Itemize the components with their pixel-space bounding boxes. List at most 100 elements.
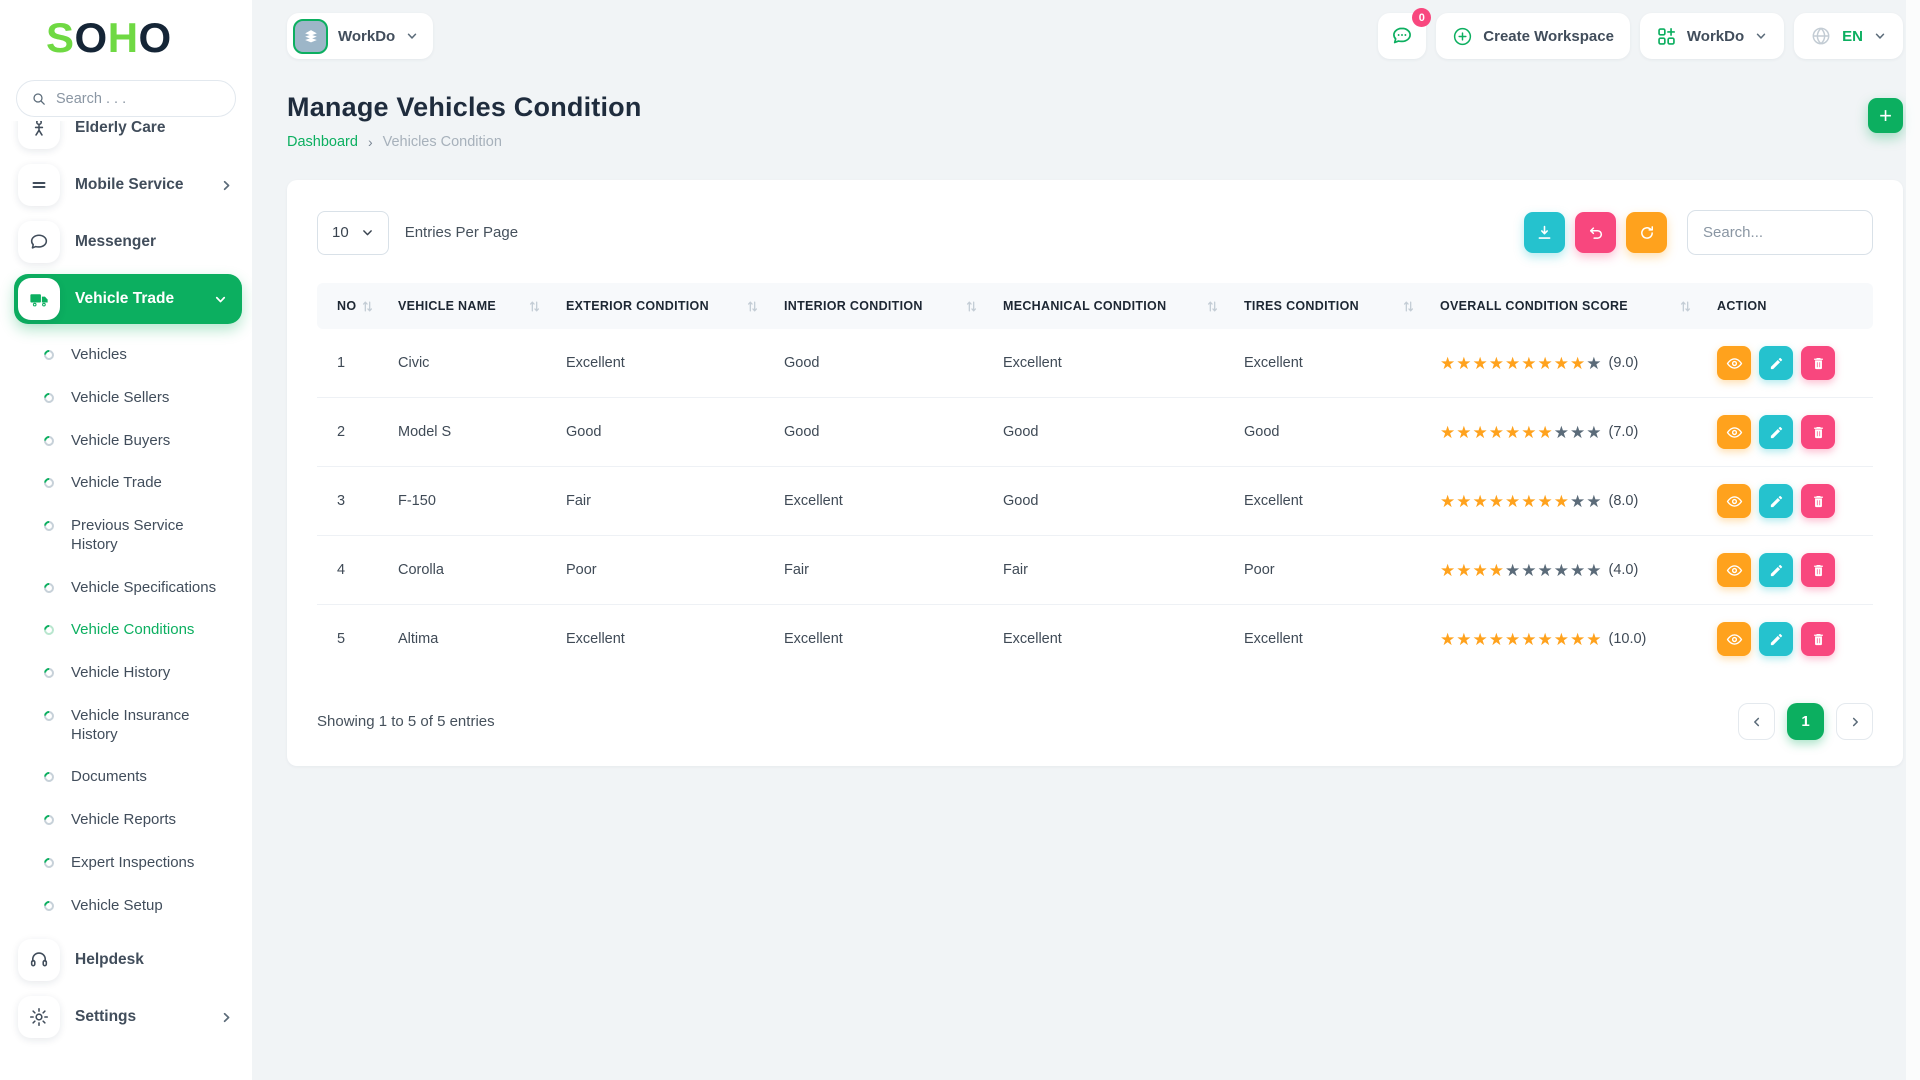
scrollbar-track[interactable] bbox=[1906, 0, 1920, 1080]
sidebar-subitem[interactable]: Documents bbox=[14, 756, 242, 799]
sidebar-item-vehicle-trade[interactable]: Vehicle Trade bbox=[14, 274, 242, 325]
language-selector[interactable]: EN bbox=[1794, 13, 1903, 59]
view-button[interactable] bbox=[1717, 553, 1751, 587]
sidebar-subitem[interactable]: Previous Service History bbox=[14, 505, 242, 567]
column-header-label: TIRES CONDITION bbox=[1244, 299, 1359, 313]
entries-per-page-select[interactable]: 10 bbox=[317, 210, 389, 255]
column-header[interactable]: INTERIOR CONDITION bbox=[784, 283, 1003, 329]
delete-button[interactable] bbox=[1801, 484, 1835, 518]
delete-button[interactable] bbox=[1801, 346, 1835, 380]
star-icon: ★ bbox=[1505, 353, 1522, 373]
sidebar-subitem[interactable]: Vehicle Sellers bbox=[14, 377, 242, 420]
add-condition-button[interactable]: + bbox=[1868, 98, 1903, 133]
sidebar-subitem[interactable]: Vehicle Setup bbox=[14, 885, 242, 928]
view-button[interactable] bbox=[1717, 484, 1751, 518]
sidebar-subitem[interactable]: Expert Inspections bbox=[14, 842, 242, 885]
sidebar-item-mobile-service[interactable]: Mobile Service bbox=[14, 159, 242, 211]
workspace-switcher[interactable]: WorkDo bbox=[287, 13, 434, 59]
export-download-button[interactable] bbox=[1524, 212, 1565, 253]
breadcrumb-separator-icon: › bbox=[367, 134, 373, 150]
bullet-icon bbox=[41, 898, 57, 913]
app-root: SOHO Elderly Care Mobile Service bbox=[0, 0, 1920, 1080]
sidebar-subitem[interactable]: Vehicle History bbox=[14, 652, 242, 695]
bullet-icon bbox=[41, 580, 57, 595]
messages-button[interactable]: 0 bbox=[1378, 8, 1432, 59]
cell-exterior-condition: Good bbox=[566, 397, 784, 467]
star-icon: ★ bbox=[1456, 422, 1473, 442]
refresh-button[interactable] bbox=[1626, 212, 1667, 253]
sort-icon[interactable] bbox=[747, 300, 758, 313]
sidebar-item-settings[interactable]: Settings bbox=[14, 991, 242, 1043]
sort-icon[interactable] bbox=[966, 300, 977, 313]
edit-button[interactable] bbox=[1759, 622, 1793, 656]
star-icon: ★ bbox=[1586, 629, 1603, 649]
star-icon: ★ bbox=[1505, 422, 1522, 442]
vehicles-condition-card: 10 Entries Per Page Search... NO VEHICLE… bbox=[287, 180, 1903, 766]
bullet-icon bbox=[41, 390, 57, 405]
sidebar-item-label: Settings bbox=[75, 1008, 137, 1026]
cell-no: 5 bbox=[317, 604, 398, 673]
sidebar-subitem-label: Vehicle Buyers bbox=[71, 431, 171, 449]
breadcrumb: Dashboard › Vehicles Condition bbox=[287, 134, 642, 150]
edit-button[interactable] bbox=[1759, 484, 1793, 518]
sidebar-search bbox=[16, 80, 243, 118]
sidebar-item-helpdesk[interactable]: Helpdesk bbox=[14, 934, 242, 986]
star-icon: ★ bbox=[1586, 491, 1603, 511]
view-button[interactable] bbox=[1717, 415, 1751, 449]
view-button[interactable] bbox=[1717, 346, 1751, 380]
edit-button[interactable] bbox=[1759, 553, 1793, 587]
app-switcher-button[interactable]: WorkDo bbox=[1639, 13, 1785, 59]
delete-button[interactable] bbox=[1801, 622, 1835, 656]
cell-no: 1 bbox=[337, 355, 346, 371]
undo-button[interactable] bbox=[1575, 212, 1616, 253]
sidebar-subitem[interactable]: Vehicle Buyers bbox=[14, 420, 242, 463]
sidebar-subitem[interactable]: Vehicle Conditions bbox=[14, 609, 242, 652]
sidebar-item-elderly-care[interactable]: Elderly Care bbox=[14, 121, 242, 154]
table-search-input[interactable] bbox=[1687, 210, 1873, 255]
table-row: 5 Altima Excellent Excellent Excellent E… bbox=[317, 604, 1873, 673]
star-icon: ★ bbox=[1586, 422, 1603, 442]
star-icon: ★ bbox=[1488, 560, 1505, 580]
sidebar-subitem[interactable]: Vehicle Reports bbox=[14, 799, 242, 842]
next-page-button[interactable] bbox=[1836, 703, 1873, 740]
current-page-button[interactable]: 1 bbox=[1787, 703, 1824, 740]
prev-page-button[interactable] bbox=[1738, 703, 1775, 740]
table-row: 2 Model S Good Good Good Good ★★★★★★★★★★… bbox=[317, 397, 1873, 467]
column-header[interactable]: EXTERIOR CONDITION bbox=[566, 283, 784, 329]
sort-icon[interactable] bbox=[362, 300, 373, 313]
sidebar-subitem[interactable]: Vehicles bbox=[14, 334, 242, 377]
breadcrumb-dashboard-link[interactable]: Dashboard bbox=[287, 134, 358, 150]
sidebar-search-input[interactable] bbox=[56, 90, 243, 107]
edit-button[interactable] bbox=[1759, 415, 1793, 449]
column-header[interactable]: NO bbox=[317, 283, 398, 329]
star-icon: ★ bbox=[1537, 491, 1554, 511]
breadcrumb-current: Vehicles Condition bbox=[382, 134, 502, 150]
sidebar-subitem[interactable]: Vehicle Trade bbox=[14, 462, 242, 505]
edit-button[interactable] bbox=[1759, 346, 1793, 380]
view-button[interactable] bbox=[1717, 622, 1751, 656]
sidebar-subitem[interactable]: Vehicle Specifications bbox=[14, 567, 242, 610]
column-header[interactable]: VEHICLE NAME bbox=[398, 283, 566, 329]
create-workspace-button[interactable]: Create Workspace bbox=[1436, 13, 1630, 59]
column-header[interactable]: TIRES CONDITION bbox=[1244, 283, 1440, 329]
sort-icon[interactable] bbox=[1403, 300, 1414, 313]
logo-letter: O bbox=[138, 14, 172, 61]
star-icon: ★ bbox=[1472, 629, 1489, 649]
bullet-icon bbox=[41, 666, 57, 681]
sidebar-subitem[interactable]: Vehicle Insurance History bbox=[14, 695, 242, 757]
column-header[interactable]: OVERALL CONDITION SCORE bbox=[1440, 283, 1717, 329]
cell-tires-condition: Poor bbox=[1244, 535, 1440, 605]
chat-bubble-icon bbox=[1390, 24, 1414, 48]
sort-icon[interactable] bbox=[1207, 300, 1218, 313]
sort-icon[interactable] bbox=[1680, 300, 1691, 313]
sidebar-item-label: Helpdesk bbox=[75, 951, 144, 969]
delete-button[interactable] bbox=[1801, 553, 1835, 587]
column-header[interactable]: MECHANICAL CONDITION bbox=[1003, 283, 1244, 329]
sidebar-item-messenger[interactable]: Messenger bbox=[14, 216, 242, 268]
cell-interior-condition: Excellent bbox=[784, 604, 1003, 673]
chevron-down-icon bbox=[361, 226, 374, 239]
delete-button[interactable] bbox=[1801, 415, 1835, 449]
column-header[interactable]: ACTION bbox=[1717, 283, 1873, 329]
cell-action bbox=[1717, 397, 1873, 467]
sort-icon[interactable] bbox=[529, 300, 540, 313]
